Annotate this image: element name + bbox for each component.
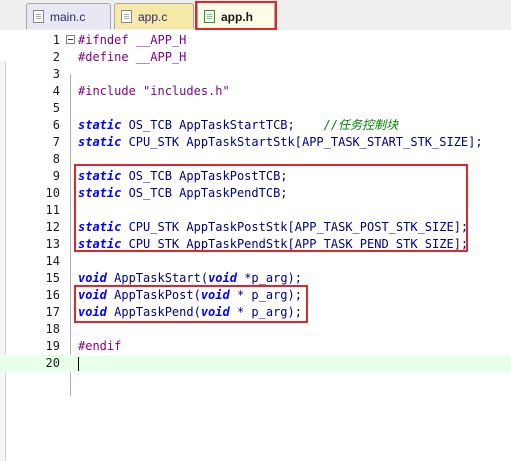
tab-bar: main.c app.c app.h xyxy=(0,0,511,31)
line-number: 4 xyxy=(52,84,60,98)
code-line[interactable]: 19 #endif xyxy=(0,338,511,355)
code-line[interactable]: 1 #ifndef __APP_H xyxy=(0,32,511,49)
code-line[interactable]: 4 #include "includes.h" xyxy=(0,83,511,100)
c-file-icon xyxy=(33,10,44,23)
line-number: 17 xyxy=(45,305,60,319)
code-line[interactable]: 20 xyxy=(0,355,511,372)
line-number: 5 xyxy=(52,101,60,115)
code-token: "includes.h" xyxy=(143,84,230,98)
code-token: AppTaskStart( xyxy=(106,271,209,285)
code-line[interactable]: 6 static OS_TCB AppTaskStartTCB; //任务控制块 xyxy=(0,117,511,134)
code-token: #define __APP_H xyxy=(78,50,187,64)
code-token: static xyxy=(78,135,122,149)
line-number: 18 xyxy=(45,322,60,336)
code-editor[interactable]: 1 #ifndef __APP_H 2 #define __APP_H 3 4 #inclu… xyxy=(0,30,511,461)
tab-highlight-box xyxy=(195,1,277,30)
tab-label: main.c xyxy=(50,9,86,24)
line-number: 8 xyxy=(52,152,60,166)
code-token: CPU_STK AppTaskStartStk[APP_TASK_START_S… xyxy=(121,135,483,149)
line-number: 7 xyxy=(52,135,60,149)
line-number: 10 xyxy=(45,186,60,200)
highlight-box-prototypes xyxy=(74,285,308,323)
code-line[interactable]: 2 #define __APP_H xyxy=(0,49,511,66)
text-cursor xyxy=(78,357,79,371)
code-text: #define __APP_H xyxy=(78,49,186,66)
line-number: 15 xyxy=(45,271,60,285)
code-line[interactable]: 5 xyxy=(0,100,511,117)
code-token: void xyxy=(78,271,107,285)
code-line[interactable]: 7 static CPU_STK AppTaskStartStk[APP_TASK… xyxy=(0,134,511,151)
code-token: void xyxy=(208,271,237,285)
line-number: 19 xyxy=(45,339,60,353)
code-token: //任务控制块 xyxy=(323,118,399,132)
tab-label: app.c xyxy=(138,9,168,24)
code-token: #include xyxy=(78,84,144,98)
code-text: #include "includes.h" xyxy=(78,83,230,100)
line-number: 20 xyxy=(45,356,60,370)
code-text: #endif xyxy=(78,338,121,355)
line-number: 9 xyxy=(52,169,60,183)
line-number: 14 xyxy=(45,254,60,268)
line-number: 1 xyxy=(52,33,60,47)
code-token: OS_TCB AppTaskStartTCB; xyxy=(121,118,324,132)
highlight-box-declarations xyxy=(74,164,468,252)
line-number: 2 xyxy=(52,50,60,64)
line-number: 3 xyxy=(52,67,60,81)
code-line[interactable]: 3 xyxy=(0,66,511,83)
line-number: 12 xyxy=(45,220,60,234)
code-text: static OS_TCB AppTaskStartTCB; //任务控制块 xyxy=(78,117,398,134)
code-text: #ifndef __APP_H xyxy=(78,32,186,49)
line-number: 16 xyxy=(45,288,60,302)
fold-toggle-icon[interactable] xyxy=(66,35,75,44)
line-number: 6 xyxy=(52,118,60,132)
code-token: #ifndef __APP_H xyxy=(78,33,187,47)
line-number: 11 xyxy=(45,203,60,217)
c-file-icon xyxy=(121,10,132,23)
code-line[interactable]: 14 xyxy=(0,253,511,270)
tab-main-c[interactable]: main.c xyxy=(26,3,111,29)
tab-app-c[interactable]: app.c xyxy=(114,3,194,29)
code-token: *p_arg); xyxy=(236,271,302,285)
code-text: static CPU_STK AppTaskStartStk[APP_TASK_… xyxy=(78,134,483,151)
code-token: static xyxy=(78,118,122,132)
code-token: #endif xyxy=(78,339,122,353)
code-line[interactable]: 18 xyxy=(0,321,511,338)
line-number: 13 xyxy=(45,237,60,251)
